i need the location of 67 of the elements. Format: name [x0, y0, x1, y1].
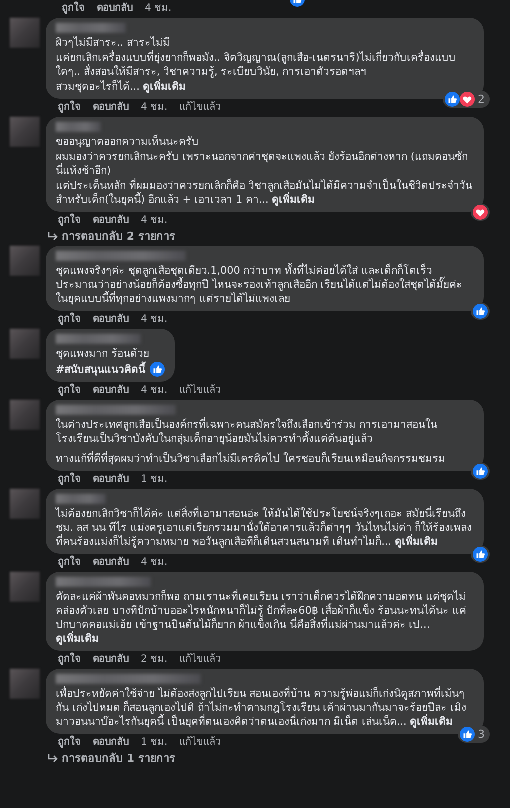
comment-text: ตัดละแค่ผ้าพันคอหมวกก็พอ ถามเรานะที่เคยเรียน เราว่าเด็กควรได้ฝึกความอดทน แต่ชุดไม่คล่องตัวเลย บางทีปักบ้าบออะไรหนักหนาก็ไม่รู้ ปักที่ละ60฿ เสื้อผ้าก็แข็ง ร้อนนะทนได้นะ แค่ปกบาดคอแม่เอ้ย เข้าฐานปีนต้นไม้ก็ยาก ผ้าแข็งเกิน นี่คือสิ่งที่แม่ผ่านมาแล้วค่ะ เป... ดูเพิ่มเติม [56, 590, 468, 646]
timestamp: 4 ชม. [141, 214, 168, 227]
reply-link[interactable]: ตอบกลับ [93, 736, 129, 749]
like-link[interactable]: ถูกใจ [58, 736, 81, 749]
avatar[interactable] [10, 400, 40, 430]
timestamp: 2 ชม. [141, 653, 168, 666]
comment-text: ชุดแพงจริงๆค่ะ ชุดลูกเสือชุดเดียว.1,000 กว่าบาท ทั้งที่ไม่ค่อยได้ใส่ และเด็กก็โตเร็วประมาณว่าอย่างน้อยก็ต้องซื้อทุกปี ไหนจะรองเท้าลูกเสืออีก เรียนได้แต่ไม่ต้องใส่ชุดได้มั๊ยค่ะ ในยุคแบบนี้ที่ทุกอย่างแพงมากๆ แต่รายได้ไม่แพงเลย [56, 264, 464, 306]
like-link[interactable]: ถูกใจ [58, 313, 81, 326]
avatar[interactable] [10, 18, 40, 48]
see-more-link[interactable]: ดูเพิ่มเติม [394, 536, 438, 548]
avatar[interactable] [10, 669, 40, 699]
view-replies-link[interactable]: การตอบกลับ 2 รายการ [46, 227, 176, 243]
comment-text: ผมมองว่าควรยกเลิกนะครับ เพราะนอกจากค่าชุดจะแพงแล้ว ยังร้อนอีกต่างหาก (แถมตอนซักนี่แห้งช้าอีก) [56, 150, 469, 178]
comment-text: ทางแก้ที่ดีที่สุดผมว่าทำเป็นวิชาเลือกไม่มีเครดิตไป ใครชอบก็เรียนเหมือนกิจกรรมชมรม [56, 452, 446, 466]
reply-link[interactable]: ตอบกลับ [97, 2, 133, 15]
like-link[interactable]: ถูกใจ [58, 101, 81, 114]
comment-text: ชุดแพงมาก ร้อนด้วย [56, 347, 150, 361]
timestamp: 1 ชม. [141, 473, 168, 486]
edited-label: แก้ไขแล้ว [180, 101, 222, 114]
comment-text: ผิวๆไม่มีสาระ.. สาระไม่มี [56, 36, 171, 50]
reply-link[interactable]: ตอบกลับ [93, 556, 129, 569]
comment-text: เพื่อประหยัดค่าใช้จ่าย ไม่ต้องส่งลูกไปเรียน สอนเองที่บ้าน ความรู้พ่อแม่ก็เก่งนิดูสภาพที่เม้นๆกัน เก่งไปหมด ก็สอนลูกเองไปดิ ถ้าไม่กะทำตามกฎโรงเรียน เค้าผ่านมากันมาจะร้อยปีละ เมิงมาวอนนาบ๊อะไรกันยุคนี้ เป็นยุคที่ตนเองคิดว่าตนเองนี่เก่งมาก มีเน็ต เล่นเน็ต... ดูเพิ่มเติม [56, 687, 468, 729]
timestamp: 4 ชม. [141, 101, 168, 114]
like-link[interactable]: ถูกใจ [58, 214, 81, 227]
reaction-summary[interactable]: 2 [443, 91, 490, 108]
hashtag-link[interactable]: #สนับสนุนแนวคิดนี้ [56, 362, 165, 377]
see-more-link[interactable]: ดูเพิ่มเติม [272, 194, 316, 206]
reply-arrow-icon [48, 232, 58, 242]
like-link[interactable]: ถูกใจ [58, 653, 81, 666]
avatar[interactable] [10, 329, 40, 359]
comment-text: ขออนุญาตออกความเห็นนะครับ [56, 135, 200, 149]
reply-link[interactable]: ตอบกลับ [93, 384, 129, 397]
blurred-name [56, 122, 101, 132]
avatar[interactable] [10, 117, 40, 147]
avatar[interactable] [10, 489, 40, 519]
reply-link[interactable]: ตอบกลับ [93, 473, 129, 486]
avatar[interactable] [10, 246, 40, 276]
comment-text: แค่ยกเลิกเครื่องแบบที่ยุ่งยากก็พอมัง.. จิตวิญญาณ(ลูกเสือ-เนตรนารี)ไม่เกี่ยวกับเครื่องแบบใดๆ.. สั่งสอนให้มีสาระ, วิชาความรู้, ระเบียบวินัย, การเอาตัวรอดฯลฯ [56, 51, 457, 79]
comment-text: สวมชุดอะไรก็ได้... ดูเพิ่มเติม [56, 80, 188, 94]
avatar[interactable] [10, 572, 40, 602]
timestamp: 1 ชม. [141, 736, 168, 749]
blurred-name [56, 23, 126, 33]
comment-text: ไม่ต้องยกเลิกวิชาก็ได้ค่ะ แต่สิ่งที่เอามาสอนอ่ะ ให้มันได้ใช้ประโยชน์จริงๆเถอะ สมัยนี่เรียนถึงชม. ลส นน ทีไร แม่งครูเอาแต่เรียกรวมมานั่งใต้อาคารแล้วก็ด่าๆๆ วันไหนไม่ด่า ก็ให้ร้องเพลงที่คนร้องแม่งก็ไม่รู้ความหมาย พอวันลูกเสือทีก็เดินสวนสนามที เดินทำไมก็... ดูเพิ่มเติม [56, 507, 474, 549]
like-link[interactable]: ถูกใจ [62, 2, 85, 15]
reply-link[interactable]: ตอบกลับ [93, 653, 129, 666]
timestamp: 4 ชม. [141, 384, 168, 397]
timestamp: 4 ชม. [141, 556, 168, 569]
see-more-link[interactable]: ดูเพิ่มเติม [56, 633, 99, 645]
like-link[interactable]: ถูกใจ [58, 384, 81, 397]
edited-label: แก้ไขแล้ว [180, 384, 222, 397]
reply-link[interactable]: ตอบกลับ [93, 101, 129, 114]
reply-link[interactable]: ตอบกลับ [93, 214, 129, 227]
timestamp: 4 ชม. [145, 2, 172, 15]
like-link[interactable]: ถูกใจ [58, 473, 81, 486]
edited-label: แก้ไขแล้ว [180, 736, 222, 749]
blurred-name [56, 494, 106, 504]
reply-link[interactable]: ตอบกลับ [93, 313, 129, 326]
reply-arrow-icon [48, 754, 58, 764]
view-replies-link[interactable]: การตอบกลับ 1 รายการ [46, 749, 176, 765]
comment-text: แต่ประเด็นหลัก ที่ผมมองว่าควรยกเลิกก็คือ วิชาลูกเสือมันไม่ได้มีความจำเป็นในชีวิตประจำวันสำหรับเด็ก(ในยุคนี้) อีกแล้ว + เอาเวลา 1 คา... ดูเพิ่มเติม [56, 179, 474, 207]
see-more-link[interactable]: ดูเพิ่มเติม [410, 716, 454, 728]
reaction-summary[interactable]: 3 [458, 726, 490, 743]
comment-text: ในต่างประเทศลูกเสือเป็นองค์กรที่เฉพาะคนสมัครใจถึงเลือกเข้าร่วม การเอามาสอนในโรงเรียนเป็นวิชาบังคับในกลุ่มเด็กอายุน้อยมันไม่ควรทำตั้งแต่ต้นอยู่แล้ว [56, 418, 438, 446]
timestamp: 4 ชม. [141, 313, 168, 326]
see-more-link[interactable]: ดูเพิ่มเติม [143, 81, 186, 93]
edited-label: แก้ไขแล้ว [180, 653, 222, 666]
like-link[interactable]: ถูกใจ [58, 556, 81, 569]
